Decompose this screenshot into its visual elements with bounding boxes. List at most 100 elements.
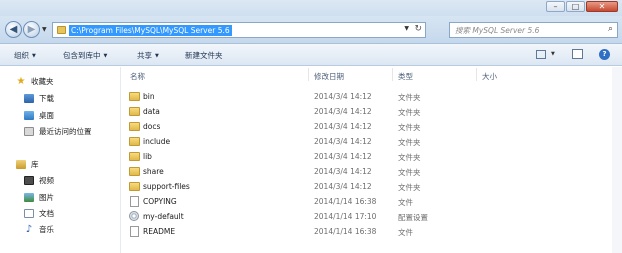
- file-date: 2014/1/14 16:38: [314, 227, 377, 236]
- folder-icon: [57, 26, 66, 34]
- share-label: 共享: [137, 51, 152, 60]
- file-type: 文件夹: [398, 183, 421, 192]
- column-header-name[interactable]: 名称: [130, 71, 145, 82]
- folder-icon: [129, 92, 140, 101]
- column-divider[interactable]: [476, 68, 477, 81]
- nav-favorites[interactable]: ★ 收藏夹: [16, 76, 54, 87]
- address-history-dropdown-icon[interactable]: ▼: [404, 25, 409, 32]
- file-name: support-files: [143, 182, 190, 191]
- file-type: 文件: [398, 228, 413, 237]
- search-placeholder: 搜索 MySQL Server 5.6: [455, 26, 540, 35]
- folder-icon: [129, 152, 140, 161]
- file-type: 文件夹: [398, 168, 421, 177]
- column-divider[interactable]: [392, 68, 393, 81]
- nav-item-documents[interactable]: 文档: [24, 208, 54, 219]
- file-type: 文件夹: [398, 138, 421, 147]
- preview-pane-icon[interactable]: [572, 49, 583, 59]
- new-folder-button[interactable]: 新建文件夹: [185, 50, 223, 61]
- share-button[interactable]: 共享 ▼: [137, 50, 159, 61]
- recent-places-icon: [24, 127, 34, 136]
- nav-item-desktop[interactable]: 桌面: [24, 110, 54, 121]
- music-icon: ♪: [25, 224, 33, 235]
- file-name: share: [143, 167, 164, 176]
- nav-item-label: 音乐: [39, 225, 54, 234]
- nav-item-recent-places[interactable]: 最近访问的位置: [24, 126, 92, 137]
- file-row[interactable]: docs 2014/3/4 14:12 文件夹: [124, 119, 564, 134]
- video-icon: [24, 176, 34, 185]
- file-name: docs: [143, 122, 161, 131]
- change-view-icon[interactable]: [536, 50, 546, 59]
- navigation-pane: ★ 收藏夹 下载 桌面 最近访问的位置 库 视频 图片 文档 ♪ 音乐: [0, 67, 120, 253]
- organize-button[interactable]: 组织 ▼: [14, 50, 36, 61]
- organize-label: 组织: [14, 51, 29, 60]
- column-header-modified[interactable]: 修改日期: [314, 71, 344, 82]
- include-in-library-button[interactable]: 包含到库中 ▼: [63, 50, 107, 61]
- file-name: include: [143, 137, 171, 146]
- nav-item-music[interactable]: ♪ 音乐: [24, 224, 54, 235]
- close-button[interactable]: ✕: [586, 1, 618, 12]
- column-divider[interactable]: [308, 68, 309, 81]
- downloads-icon: [24, 94, 34, 103]
- file-type: 文件夹: [398, 123, 421, 132]
- folder-icon: [129, 137, 140, 146]
- file-type: 文件: [398, 198, 413, 207]
- column-header-size[interactable]: 大小: [482, 71, 497, 82]
- nav-item-label: 视频: [39, 176, 54, 185]
- nav-libraries-label: 库: [31, 160, 39, 169]
- nav-item-pictures[interactable]: 图片: [24, 192, 54, 203]
- file-date: 2014/3/4 14:12: [314, 137, 372, 146]
- file-date: 2014/3/4 14:12: [314, 107, 372, 116]
- minimize-button[interactable]: –: [546, 1, 565, 12]
- back-button[interactable]: ◀: [5, 21, 22, 38]
- help-icon[interactable]: ?: [599, 49, 610, 60]
- file-date: 2014/3/4 14:12: [314, 152, 372, 161]
- file-date: 2014/3/4 14:12: [314, 167, 372, 176]
- file-name: README: [143, 227, 176, 236]
- pane-splitter[interactable]: [120, 67, 121, 253]
- view-options-dropdown-icon[interactable]: ▼: [551, 51, 555, 57]
- chevron-down-icon: ▼: [32, 53, 36, 59]
- search-input[interactable]: 搜索 MySQL Server 5.6 ⌕: [449, 22, 618, 38]
- file-row[interactable]: my-default 2014/1/14 17:10 配置设置: [124, 209, 564, 224]
- recent-pages-dropdown-icon[interactable]: ▼: [42, 26, 47, 33]
- title-bar: – □ ✕: [0, 0, 622, 16]
- file-row[interactable]: README 2014/1/14 16:38 文件: [124, 224, 564, 239]
- file-date: 2014/1/14 17:10: [314, 212, 377, 221]
- file-row[interactable]: share 2014/3/4 14:12 文件夹: [124, 164, 564, 179]
- vertical-scrollbar[interactable]: [612, 67, 622, 253]
- file-date: 2014/3/4 14:12: [314, 182, 372, 191]
- folder-icon: [129, 167, 140, 176]
- star-icon: ★: [16, 76, 26, 87]
- config-file-icon: [129, 211, 139, 221]
- address-path[interactable]: C:\Program Files\MySQL\MySQL Server 5.6: [69, 25, 232, 36]
- forward-button[interactable]: ▶: [23, 21, 40, 38]
- column-header-type[interactable]: 类型: [398, 71, 413, 82]
- file-row[interactable]: support-files 2014/3/4 14:12 文件夹: [124, 179, 564, 194]
- file-row[interactable]: bin 2014/3/4 14:12 文件夹: [124, 89, 564, 104]
- maximize-button[interactable]: □: [566, 1, 585, 12]
- address-row: ◀ ▶ ▼ C:\Program Files\MySQL\MySQL Serve…: [0, 16, 622, 44]
- command-bar: 组织 ▼ 包含到库中 ▼ 共享 ▼ 新建文件夹 ▼ ?: [0, 44, 622, 66]
- search-icon[interactable]: ⌕: [608, 24, 613, 34]
- nav-item-label: 最近访问的位置: [39, 127, 92, 136]
- nav-favorites-label: 收藏夹: [31, 77, 54, 86]
- file-type: 文件夹: [398, 108, 421, 117]
- address-bar[interactable]: C:\Program Files\MySQL\MySQL Server 5.6 …: [52, 22, 426, 38]
- nav-item-label: 桌面: [39, 111, 54, 120]
- nav-item-videos[interactable]: 视频: [24, 175, 54, 186]
- nav-libraries[interactable]: 库: [16, 159, 39, 170]
- file-row[interactable]: data 2014/3/4 14:12 文件夹: [124, 104, 564, 119]
- file-type: 文件夹: [398, 93, 421, 102]
- file-name: my-default: [143, 212, 184, 221]
- refresh-icon[interactable]: ↻: [414, 24, 422, 34]
- file-name: COPYING: [143, 197, 177, 206]
- file-icon: [130, 226, 139, 237]
- file-name: lib: [143, 152, 152, 161]
- desktop-icon: [24, 111, 34, 120]
- nav-item-downloads[interactable]: 下载: [24, 93, 54, 104]
- file-name: data: [143, 107, 160, 116]
- file-row[interactable]: COPYING 2014/1/14 16:38 文件: [124, 194, 564, 209]
- file-row[interactable]: lib 2014/3/4 14:12 文件夹: [124, 149, 564, 164]
- file-row[interactable]: include 2014/3/4 14:12 文件夹: [124, 134, 564, 149]
- file-name: bin: [143, 92, 155, 101]
